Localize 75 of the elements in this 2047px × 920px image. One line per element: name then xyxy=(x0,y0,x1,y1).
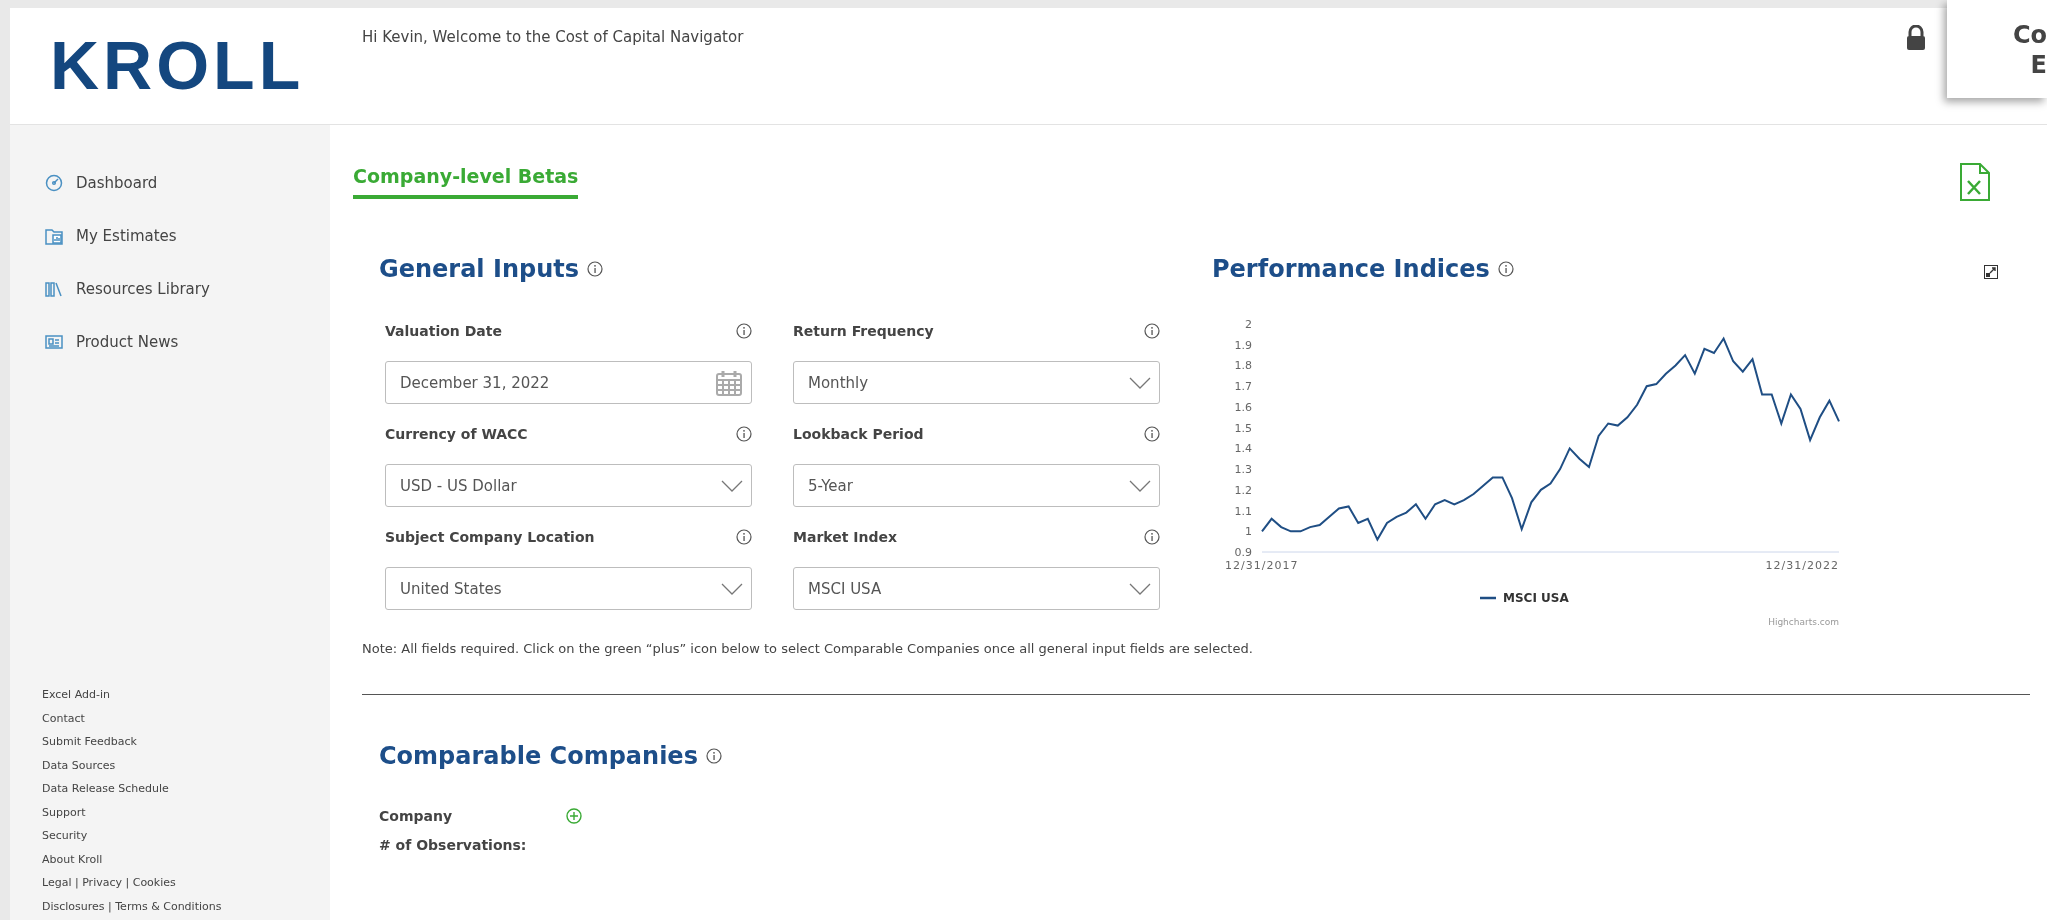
nav-icon[interactable] xyxy=(45,173,63,192)
nav-item[interactable]: Product News xyxy=(76,332,179,351)
y-tick-label: 0.9 xyxy=(1234,546,1252,559)
nav-item[interactable]: Dashboard xyxy=(76,173,158,192)
plus-icon[interactable] xyxy=(566,807,582,824)
section-title: Comparable Companies xyxy=(379,741,698,772)
footer-link[interactable]: Disclosures | Terms & Conditions xyxy=(42,894,222,918)
excel-icon[interactable] xyxy=(1960,163,1990,201)
footer-link[interactable]: Data Release Schedule xyxy=(42,777,169,801)
info-icon[interactable] xyxy=(1144,426,1160,442)
footer-link[interactable]: Security xyxy=(42,824,88,848)
info-icon[interactable] xyxy=(1497,261,1514,277)
welcome-text: Hi Kevin, Welcome to the Cost of Capital Navigator xyxy=(362,28,744,46)
info-icon[interactable] xyxy=(736,426,752,442)
dropdown-field[interactable]: Monthly xyxy=(793,361,1160,404)
section-title: General Inputs xyxy=(379,254,579,285)
legend-item[interactable]: MSCI USA xyxy=(1480,591,1569,605)
section-title: Performance Indices xyxy=(1212,254,1490,285)
info-icon[interactable] xyxy=(736,529,752,545)
footer-link[interactable]: Support xyxy=(42,800,86,824)
x-tick-label: 12/31/2022 xyxy=(1765,559,1839,572)
y-tick-label: 1.6 xyxy=(1234,400,1252,414)
y-tick-label: 1.8 xyxy=(1234,359,1252,373)
field-label: Lookback Period xyxy=(793,426,924,442)
y-tick-label: 1 xyxy=(1245,525,1252,539)
legend-label: MSCI USA xyxy=(1503,591,1570,605)
nav-icon[interactable] xyxy=(45,226,63,245)
field-label: Currency of WACC xyxy=(385,426,528,442)
popup-text: Co xyxy=(2012,20,2047,50)
chevron-down-icon[interactable] xyxy=(1129,582,1151,595)
info-icon[interactable] xyxy=(705,748,722,764)
kroll-logo: KROLL xyxy=(50,27,305,103)
footer-link[interactable]: About Kroll xyxy=(42,847,103,871)
calendar-icon[interactable] xyxy=(715,368,743,397)
info-icon[interactable] xyxy=(1144,529,1160,545)
info-icon[interactable] xyxy=(1144,323,1160,339)
dropdown-field[interactable]: USD - US Dollar xyxy=(385,464,752,507)
footer-link[interactable]: Data Sources xyxy=(42,753,116,777)
footer-link[interactable]: Submit Feedback xyxy=(42,730,137,754)
y-tick-label: 1.5 xyxy=(1234,421,1252,435)
dropdown-field[interactable]: United States xyxy=(385,567,752,610)
chevron-down-icon[interactable] xyxy=(721,479,743,492)
field-label: Valuation Date xyxy=(385,323,502,339)
popup-text: E xyxy=(2030,50,2047,80)
y-tick-label: 1.2 xyxy=(1234,483,1252,497)
note-text: Note: All fields required. Click on the green “plus” icon below to select Comparable Companies once all general input fields are selected. xyxy=(362,641,1254,656)
info-icon[interactable] xyxy=(736,323,752,339)
field-label: Market Index xyxy=(793,529,897,545)
y-tick-label: 1.9 xyxy=(1234,338,1252,352)
field-label: Subject Company Location xyxy=(385,529,595,545)
chevron-down-icon[interactable] xyxy=(1129,479,1151,492)
footer-link[interactable]: Contact xyxy=(42,706,85,730)
y-tick-label: 1.4 xyxy=(1234,442,1252,456)
footer-link[interactable]: Excel Add-in xyxy=(42,683,110,707)
date-field[interactable]: December 31, 2022 xyxy=(385,361,752,404)
x-tick-label: 12/31/2017 xyxy=(1225,559,1299,572)
field-label: Return Frequency xyxy=(793,323,934,339)
info-icon[interactable] xyxy=(587,261,603,277)
chevron-down-icon[interactable] xyxy=(1129,376,1151,389)
field-label: Company xyxy=(379,807,454,824)
dropdown-field[interactable]: MSCI USA xyxy=(793,567,1160,610)
nav-icon[interactable] xyxy=(45,279,63,298)
nav-item[interactable]: Resources Library xyxy=(76,279,210,298)
expand-icon[interactable] xyxy=(1984,265,1998,279)
y-tick-label: 1.7 xyxy=(1234,380,1252,394)
chevron-down-icon[interactable] xyxy=(721,582,743,595)
y-tick-label: 1.3 xyxy=(1234,463,1252,477)
nav-item[interactable]: My Estimates xyxy=(76,226,177,245)
y-tick-label: 1.1 xyxy=(1234,504,1252,518)
nav-icon[interactable] xyxy=(45,332,63,351)
lock-icon xyxy=(1906,25,1926,51)
dropdown-field[interactable]: 5-Year xyxy=(793,464,1160,507)
footer-link[interactable]: Legal | Privacy | Cookies xyxy=(42,871,176,895)
y-tick-label: 2 xyxy=(1245,318,1252,331)
field-label: # of Observations: xyxy=(379,836,528,853)
